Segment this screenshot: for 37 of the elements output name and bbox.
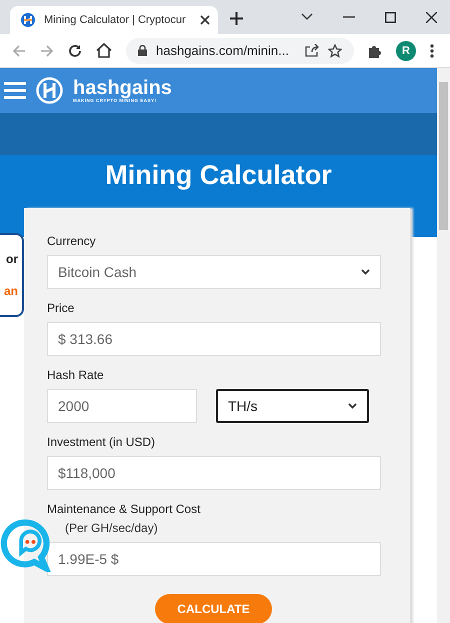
input-field[interactable]: $118,000 <box>47 456 381 490</box>
star-icon[interactable] <box>328 44 342 58</box>
puzzle-icon[interactable] <box>368 44 382 58</box>
chevron-icon <box>361 269 370 275</box>
chevron-icon[interactable] <box>301 13 313 21</box>
field-label: Investment (in USD) <box>47 435 156 449</box>
field-note: (Per GH/sec/day) <box>65 521 159 535</box>
input-field[interactable]: 1.99E-5 $ <box>47 542 381 576</box>
lock-icon <box>138 45 147 56</box>
profile-avatar[interactable]: R <box>396 40 416 60</box>
field-label: Currency <box>47 234 97 248</box>
share-icon[interactable] <box>305 44 319 57</box>
field-label: Maintenance & Support Cost <box>47 502 202 516</box>
dropdown[interactable]: TH/s <box>216 389 369 423</box>
close-icon[interactable] <box>200 15 210 25</box>
logo-icon <box>20 12 36 28</box>
logo-text: hashgains <box>73 78 172 98</box>
minimize-icon[interactable] <box>343 16 355 18</box>
field-label: Hash Rate <box>47 368 105 382</box>
address-bar[interactable]: hashgains.com/minin... <box>126 38 354 64</box>
field-label: Price <box>47 301 76 315</box>
chevron-icon <box>348 403 357 409</box>
close-icon[interactable] <box>426 12 437 22</box>
logo-icon <box>36 77 63 104</box>
page-title: Mining Calculator <box>104 159 333 192</box>
maximize-icon[interactable] <box>385 12 396 22</box>
input-field[interactable]: $ 313.66 <box>47 322 381 356</box>
dropdown[interactable]: Bitcoin Cash <box>47 255 381 289</box>
callout-text: or <box>6 252 18 266</box>
menu-icon[interactable] <box>430 44 434 58</box>
input-field[interactable]: 2000 <box>47 389 197 423</box>
home-icon[interactable] <box>96 43 112 58</box>
new-tab-icon[interactable] <box>230 12 243 25</box>
callout-text: an <box>4 284 18 298</box>
browser-tab[interactable]: Mining Calculator | Cryptocur <box>10 6 218 34</box>
scrollbar[interactable] <box>437 68 450 623</box>
reload-icon[interactable] <box>68 44 82 58</box>
